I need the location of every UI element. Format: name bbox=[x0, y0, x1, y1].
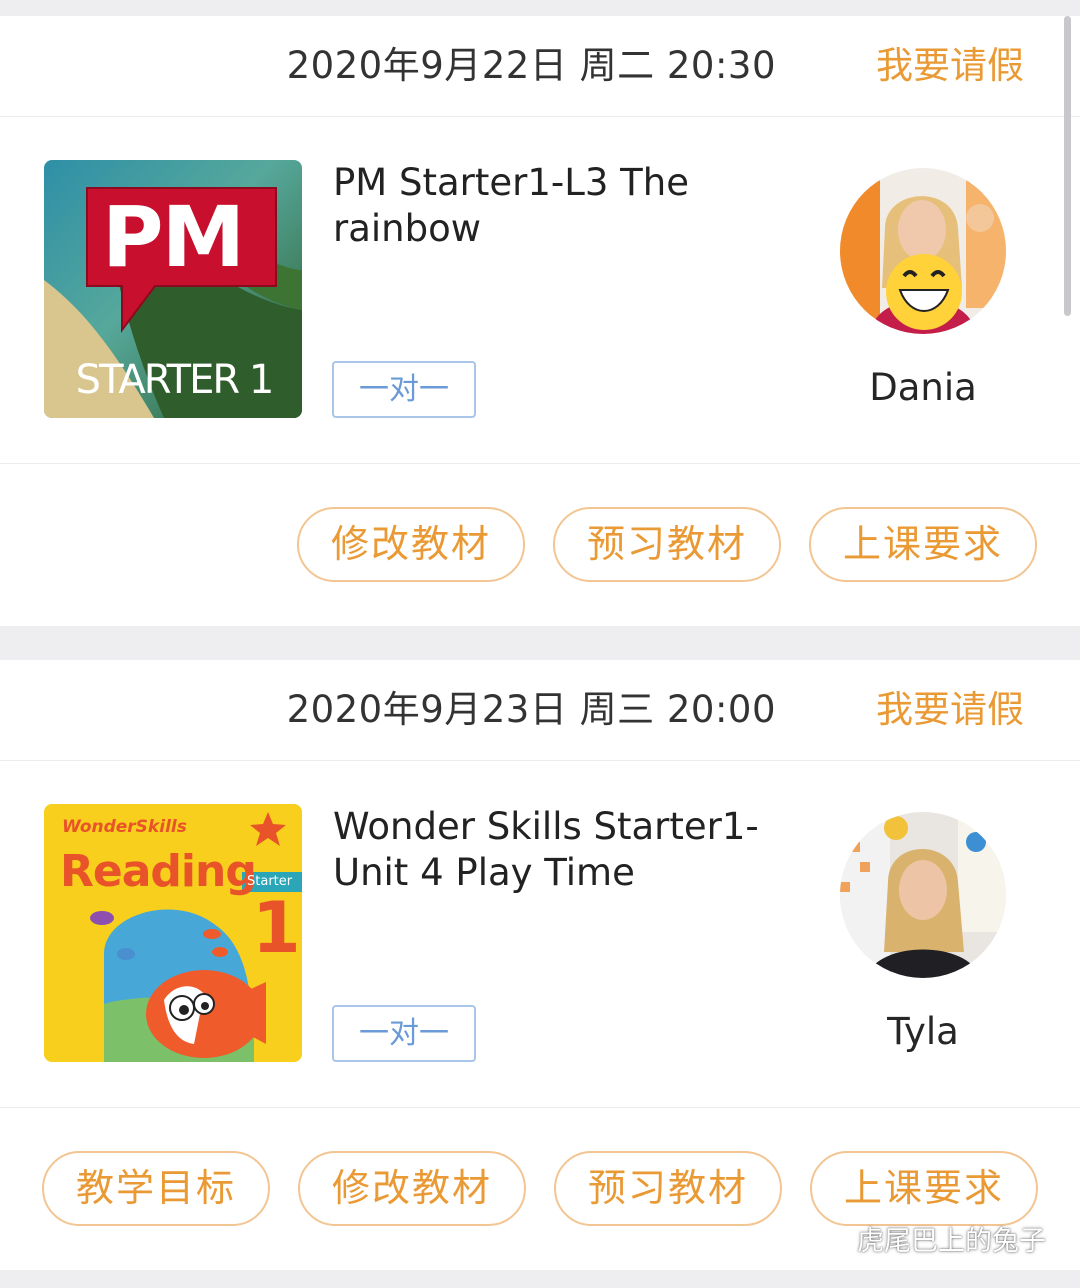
actions-divider bbox=[0, 463, 1080, 464]
cover-brand: WonderSkills bbox=[62, 817, 187, 837]
lesson-header: 2020年9月23日 周三 20:00 我要请假 bbox=[0, 660, 1080, 760]
class-requirements-button[interactable]: 上课要求 bbox=[809, 507, 1037, 582]
teaching-goals-button[interactable]: 教学目标 bbox=[42, 1151, 270, 1226]
teacher-avatar-icon[interactable] bbox=[840, 812, 1006, 978]
header-divider bbox=[0, 760, 1080, 761]
watermark-text: 虎尾巴上的兔子 bbox=[857, 1226, 1046, 1257]
pm-starter-book-cover[interactable]: PM STARTER 1 bbox=[44, 160, 302, 418]
lesson-card-1: 2020年9月22日 周二 20:30 我要请假 PM STARTER 1 PM… bbox=[0, 16, 1080, 626]
request-leave-link[interactable]: 我要请假 bbox=[876, 40, 1024, 92]
request-leave-link[interactable]: 我要请假 bbox=[876, 684, 1024, 736]
teacher-name: Tyla bbox=[887, 1010, 959, 1053]
class-type-badge: 一对一 bbox=[332, 361, 476, 418]
cover-subtitle: STARTER 1 bbox=[75, 357, 275, 403]
lesson-header: 2020年9月22日 周二 20:30 我要请假 bbox=[0, 16, 1080, 116]
lesson-title[interactable]: Wonder Skills Starter1-Unit 4 Play Time bbox=[333, 804, 763, 896]
preview-materials-button[interactable]: 预习教材 bbox=[554, 1151, 782, 1226]
header-divider bbox=[0, 116, 1080, 117]
cover-series: Reading bbox=[60, 846, 257, 897]
class-type-badge: 一对一 bbox=[332, 1005, 476, 1062]
wonderskills-reading-book-cover[interactable]: WonderSkills Reading Starter 1 bbox=[44, 804, 302, 1062]
edit-materials-button[interactable]: 修改教材 bbox=[298, 1151, 526, 1226]
preview-materials-button[interactable]: 预习教材 bbox=[553, 507, 781, 582]
teacher-avatar-icon[interactable] bbox=[840, 168, 1006, 334]
lesson-datetime: 2020年9月22日 周二 20:30 bbox=[286, 44, 776, 87]
lesson-datetime: 2020年9月23日 周三 20:00 bbox=[286, 688, 776, 731]
cover-brand: PM bbox=[102, 188, 245, 286]
scrollbar[interactable] bbox=[1064, 16, 1071, 316]
edit-materials-button[interactable]: 修改教材 bbox=[297, 507, 525, 582]
cover-level: 1 bbox=[252, 887, 301, 969]
class-requirements-button[interactable]: 上课要求 bbox=[810, 1151, 1038, 1226]
wechat-icon bbox=[815, 1226, 851, 1260]
lesson-card-2: 2020年9月23日 周三 20:00 我要请假 WonderSkills Re… bbox=[0, 660, 1080, 1270]
lesson-title[interactable]: PM Starter1-L3 The rainbow bbox=[333, 160, 763, 252]
teacher-name: Dania bbox=[869, 366, 977, 409]
actions-divider bbox=[0, 1107, 1080, 1108]
